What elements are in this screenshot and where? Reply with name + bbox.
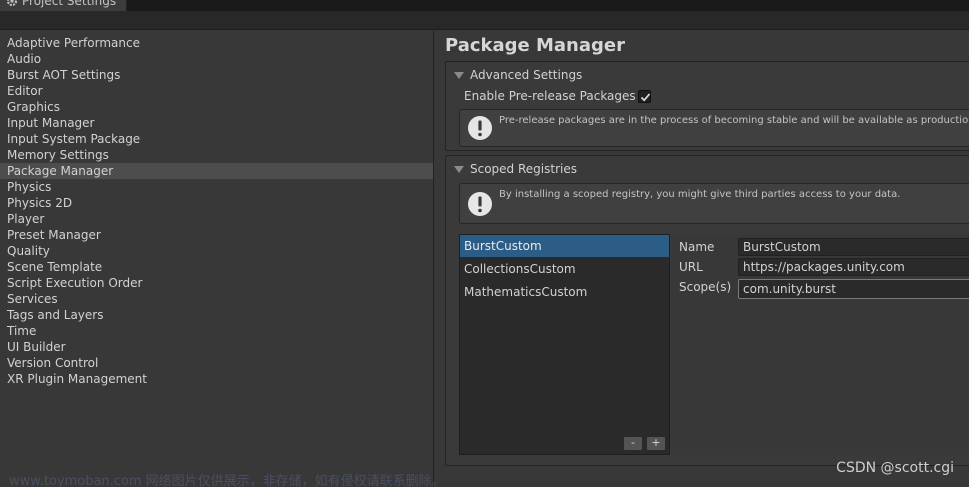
page-title: Package Manager <box>445 35 625 56</box>
registry-list: BurstCustom CollectionsCustom Mathematic… <box>459 234 670 455</box>
foldout-arrow-icon <box>454 71 464 79</box>
foldout-arrow-icon <box>454 165 464 173</box>
name-field[interactable]: BurstCustom <box>738 238 969 256</box>
registry-item-collectionscustom[interactable]: CollectionsCustom <box>460 258 669 280</box>
prerelease-checkbox[interactable] <box>637 89 651 103</box>
registry-item-mathematicscustom[interactable]: MathematicsCustom <box>460 281 669 303</box>
sidebar-item-editor[interactable]: Editor <box>0 83 433 99</box>
scoped-help-text: By installing a scoped registry, you mig… <box>499 189 901 200</box>
sidebar-item-tags-and-layers[interactable]: Tags and Layers <box>0 307 433 323</box>
scoped-registries-panel: Scoped Registries By installing a scoped… <box>445 155 969 466</box>
prerelease-help-box: Pre-release packages are in the process … <box>459 109 969 147</box>
advanced-settings-foldout[interactable]: Advanced Settings <box>454 67 582 83</box>
url-label: URL <box>679 260 703 274</box>
watermark-text: www.toymoban.com 网络图片仅供展示，非存储，如有侵权请联系删除。 <box>9 474 445 487</box>
checkmark-icon <box>640 92 650 101</box>
sidebar-item-ui-builder[interactable]: UI Builder <box>0 339 433 355</box>
url-field[interactable]: https://packages.unity.com <box>738 258 969 276</box>
add-registry-button[interactable]: + <box>646 436 666 451</box>
scoped-help-box: By installing a scoped registry, you mig… <box>459 183 969 224</box>
sidebar-item-package-manager[interactable]: Package Manager <box>0 163 433 179</box>
registry-item-burstcustom[interactable]: BurstCustom <box>460 235 669 257</box>
sidebar-item-version-control[interactable]: Version Control <box>0 355 433 371</box>
settings-content: Package Manager Advanced Settings Enable… <box>434 31 969 487</box>
sidebar-item-input-system-package[interactable]: Input System Package <box>0 131 433 147</box>
sidebar-item-memory-settings[interactable]: Memory Settings <box>0 147 433 163</box>
sidebar-item-input-manager[interactable]: Input Manager <box>0 115 433 131</box>
scope-label: Scope(s) <box>679 280 732 294</box>
remove-registry-button[interactable]: - <box>623 436 643 451</box>
advanced-settings-panel: Advanced Settings Enable Pre-release Pac… <box>445 61 969 151</box>
sidebar-item-services[interactable]: Services <box>0 291 433 307</box>
sidebar-item-audio[interactable]: Audio <box>0 51 433 67</box>
sidebar-item-adaptive-performance[interactable]: Adaptive Performance <box>0 35 433 51</box>
sidebar-item-time[interactable]: Time <box>0 323 433 339</box>
sidebar-item-script-execution-order[interactable]: Script Execution Order <box>0 275 433 291</box>
sidebar-item-quality[interactable]: Quality <box>0 243 433 259</box>
prerelease-toggle-row: Enable Pre-release Packages <box>464 89 651 103</box>
sidebar-item-player[interactable]: Player <box>0 211 433 227</box>
prerelease-help-text: Pre-release packages are in the process … <box>499 115 969 126</box>
csdn-watermark: CSDN @scott.cgi <box>836 460 954 476</box>
prerelease-label: Enable Pre-release Packages <box>464 89 636 103</box>
scoped-registries-header: Scoped Registries <box>470 162 577 176</box>
sidebar-item-scene-template[interactable]: Scene Template <box>0 259 433 275</box>
gear-icon <box>6 0 18 7</box>
settings-sidebar: Adaptive Performance Audio Burst AOT Set… <box>0 31 433 487</box>
scope-field[interactable]: com.unity.burst <box>738 279 969 299</box>
sidebar-item-physics[interactable]: Physics <box>0 179 433 195</box>
registry-detail: Name BurstCustom URL https://packages.un… <box>671 234 969 455</box>
warning-icon <box>467 191 493 217</box>
sidebar-item-graphics[interactable]: Graphics <box>0 99 433 115</box>
toolbar-strip <box>0 11 969 30</box>
tab-bar: Project Settings <box>0 0 969 11</box>
warning-icon <box>467 115 493 141</box>
sidebar-item-burst-aot-settings[interactable]: Burst AOT Settings <box>0 67 433 83</box>
sidebar-item-preset-manager[interactable]: Preset Manager <box>0 227 433 243</box>
sidebar-item-physics-2d[interactable]: Physics 2D <box>0 195 433 211</box>
tab-title: Project Settings <box>22 0 117 8</box>
scoped-registries-foldout[interactable]: Scoped Registries <box>454 161 577 177</box>
advanced-settings-header: Advanced Settings <box>470 68 583 82</box>
tab-project-settings[interactable]: Project Settings <box>0 0 127 11</box>
name-label: Name <box>679 240 715 254</box>
sidebar-item-xr-plugin-management[interactable]: XR Plugin Management <box>0 371 433 387</box>
